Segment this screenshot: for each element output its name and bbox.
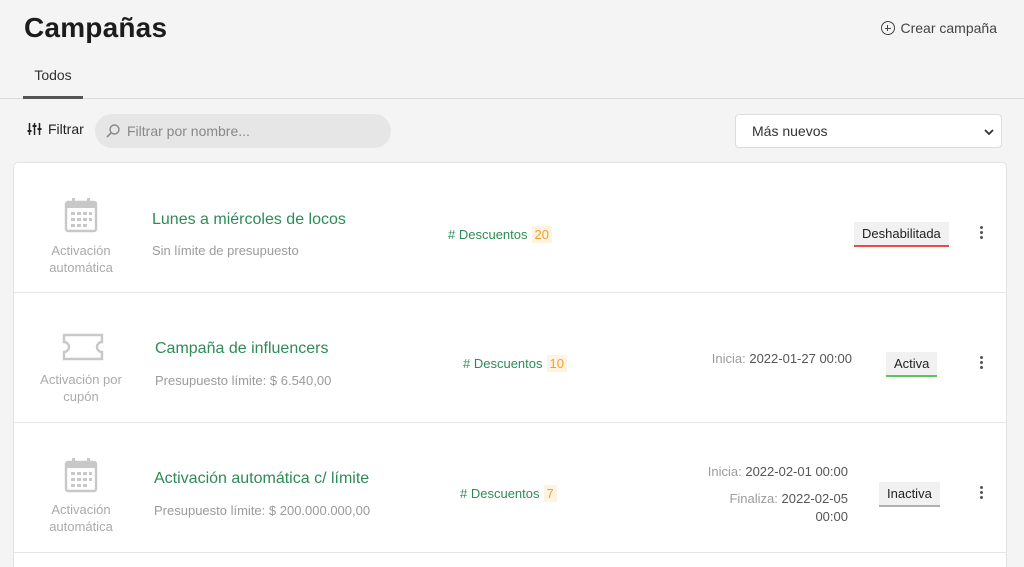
campaign-name[interactable]: Lunes a miércoles de locos bbox=[152, 211, 346, 229]
campaign-budget: Presupuesto límite: $ 6.540,00 bbox=[155, 373, 332, 388]
tab-bar: Todos bbox=[0, 60, 1024, 99]
campaign-name[interactable]: Campaña de influencers bbox=[155, 340, 328, 358]
plus-circle-icon bbox=[880, 21, 895, 35]
campaign-list: Activación automática Lunes a miércoles … bbox=[13, 162, 1007, 567]
campaign-budget: Presupuesto límite: $ 200.000.000,00 bbox=[154, 503, 371, 518]
discounts-info: # Descuentos 7 bbox=[460, 485, 557, 502]
calendar-icon bbox=[64, 458, 98, 493]
status-badge: Deshabilitada bbox=[854, 222, 949, 247]
search-input[interactable] bbox=[127, 123, 377, 139]
more-options-icon[interactable] bbox=[977, 485, 987, 501]
campaign-type-label: Activación por cupón bbox=[40, 372, 122, 404]
filter-label: Filtrar bbox=[48, 121, 84, 137]
start-date-value: 2022-01-27 00:00 bbox=[749, 351, 852, 366]
tab-todos[interactable]: Todos bbox=[23, 60, 83, 99]
start-date-label: Inicia: bbox=[711, 351, 746, 366]
campaign-dates: Inicia: 2022-01-27 00:00 bbox=[712, 351, 852, 366]
start-date-value: 2022-02-01 00:00 bbox=[745, 464, 848, 479]
campaign-budget: Sin límite de presupuesto bbox=[152, 243, 299, 258]
sort-selected-value: Más nuevos bbox=[752, 123, 828, 139]
campaign-row: Activación por cupón Campaña de influenc… bbox=[14, 293, 1006, 423]
status-badge: Inactiva bbox=[879, 482, 940, 507]
discounts-info: # Descuentos 10 bbox=[463, 355, 567, 372]
create-campaign-label: Crear campaña bbox=[900, 20, 998, 36]
start-date-label: Inicia: bbox=[707, 464, 742, 479]
more-options-icon[interactable] bbox=[977, 355, 987, 371]
end-date-value: 2022-02-05 bbox=[781, 491, 849, 506]
discounts-count: 20 bbox=[531, 226, 552, 243]
campaign-type-label: Activación automática bbox=[49, 502, 113, 534]
campaign-row: Activación automática Activación automát… bbox=[14, 423, 1006, 553]
sort-select[interactable]: Más nuevos bbox=[735, 114, 1002, 148]
campaign-name[interactable]: Activación automática c/ límite bbox=[154, 470, 369, 488]
ticket-icon bbox=[62, 333, 104, 361]
create-campaign-button[interactable]: Crear campaña bbox=[880, 20, 998, 36]
campaign-row: Activación automática Lunes a miércoles … bbox=[14, 163, 1006, 293]
search-box bbox=[95, 114, 391, 148]
more-options-icon[interactable] bbox=[977, 225, 987, 241]
sliders-icon bbox=[27, 123, 42, 135]
discounts-count: 10 bbox=[546, 355, 567, 372]
page-title: Campañas bbox=[24, 12, 168, 43]
filter-button[interactable]: Filtrar bbox=[27, 121, 84, 137]
status-badge: Activa bbox=[886, 352, 938, 377]
calendar-icon bbox=[64, 198, 98, 233]
end-time-value: 00:00 bbox=[815, 509, 848, 524]
campaign-type-label: Activación automática bbox=[49, 243, 113, 275]
search-icon bbox=[106, 124, 120, 138]
chevron-down-icon bbox=[984, 129, 994, 136]
campaign-dates: Inicia: 2022-02-01 00:00 Finaliza: 2022-… bbox=[708, 463, 848, 526]
discounts-info: # Descuentos 20 bbox=[448, 226, 552, 243]
end-date-label: Finaliza: bbox=[729, 491, 778, 506]
discounts-count: 7 bbox=[543, 485, 557, 502]
